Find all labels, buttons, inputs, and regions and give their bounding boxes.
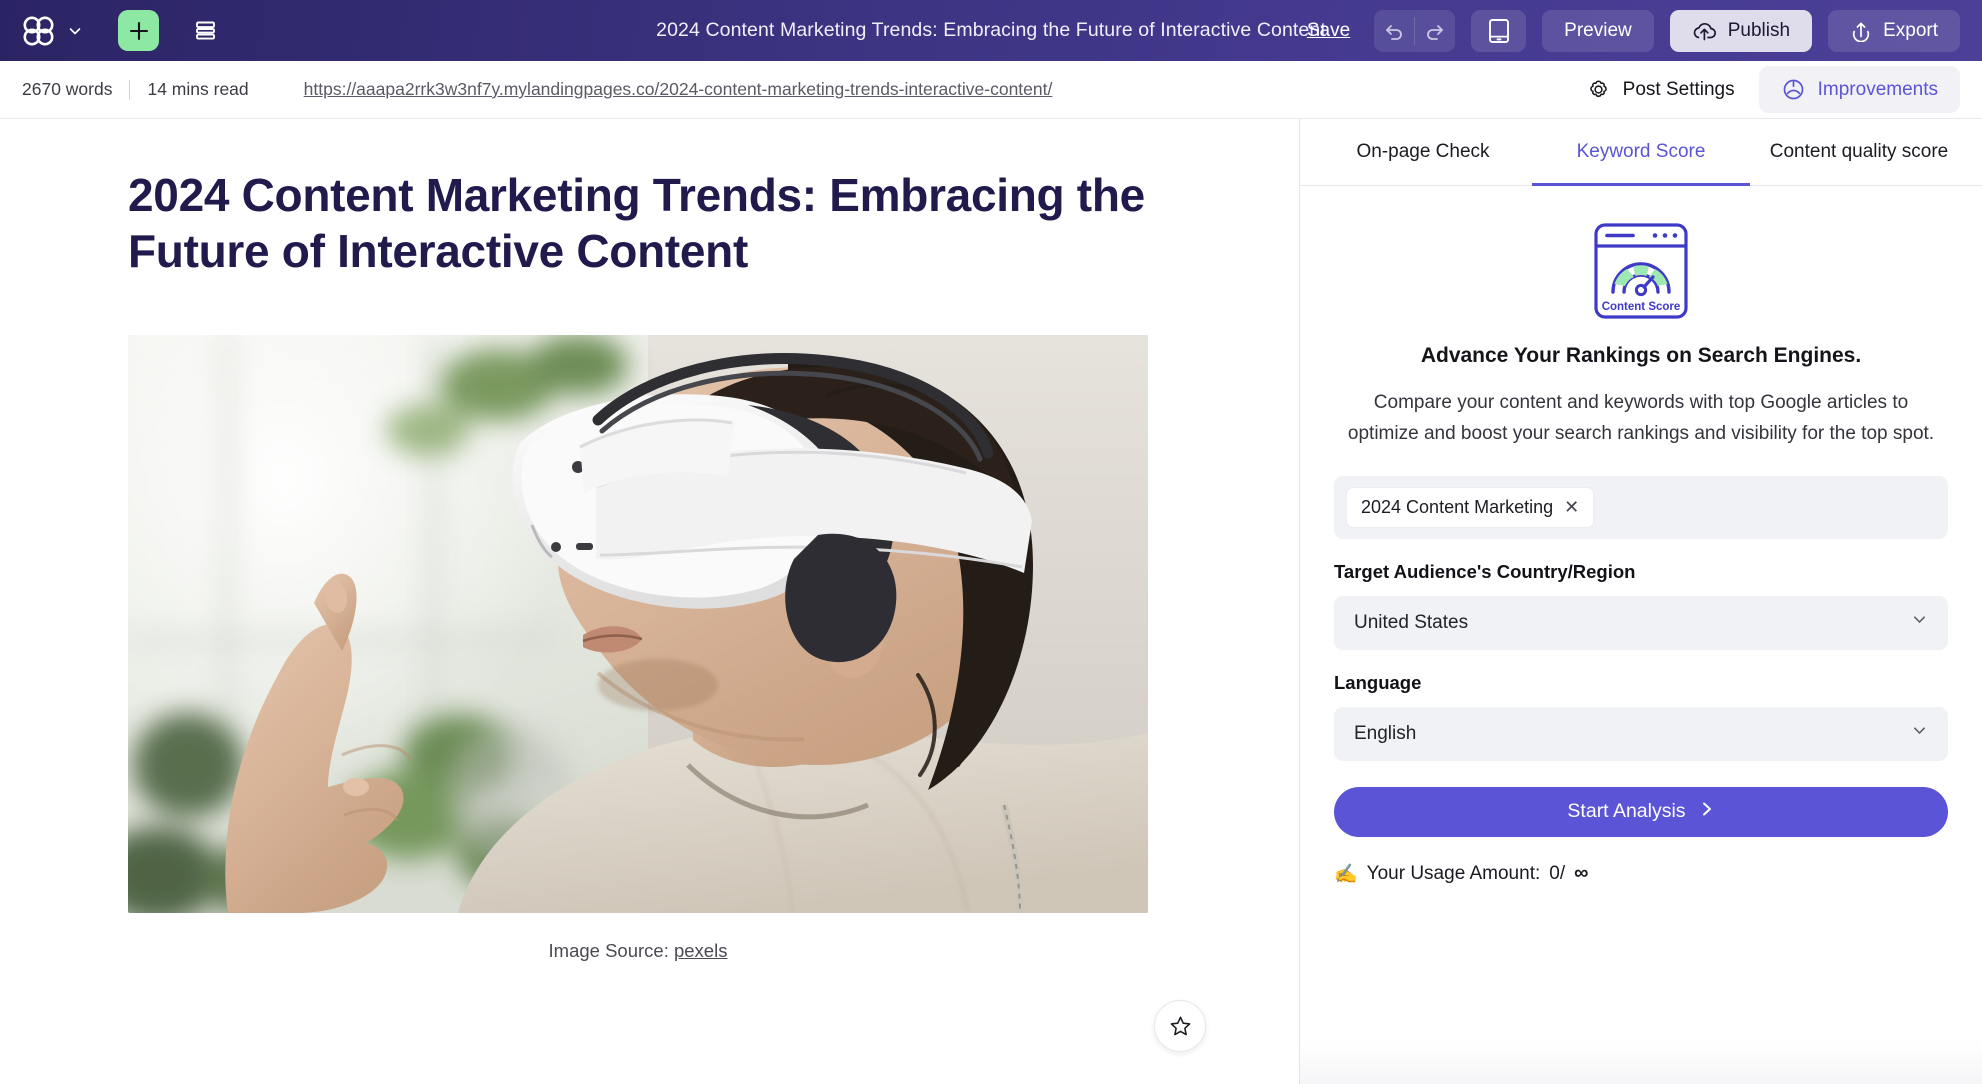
usage-emoji-icon: ✍️ bbox=[1334, 863, 1358, 885]
app-logo-icon bbox=[22, 16, 58, 46]
publish-label: Publish bbox=[1727, 19, 1791, 41]
word-count: 2670 words bbox=[22, 79, 113, 99]
start-analysis-label: Start Analysis bbox=[1567, 800, 1686, 823]
post-settings-button[interactable]: Post Settings bbox=[1574, 68, 1747, 111]
panel-heading: Advance Your Rankings on Search Engines. bbox=[1420, 344, 1862, 367]
export-label: Export bbox=[1883, 19, 1938, 41]
meta-divider bbox=[129, 79, 131, 100]
image-caption: Image Source: pexels bbox=[128, 940, 1148, 962]
app-logo-group[interactable] bbox=[22, 16, 83, 46]
panel-bottom-fade bbox=[1300, 1040, 1982, 1084]
content-score-icon-label: Content Score bbox=[1602, 301, 1681, 313]
undo-button[interactable] bbox=[1374, 10, 1414, 52]
language-select-value: English bbox=[1354, 722, 1417, 744]
close-icon[interactable]: ✕ bbox=[1564, 498, 1579, 516]
usage-value: 0/ bbox=[1549, 862, 1566, 884]
language-select[interactable]: English bbox=[1334, 706, 1948, 761]
top-toolbar: 2024 Content Marketing Trends: Embracing… bbox=[0, 0, 1982, 61]
preview-button[interactable]: Preview bbox=[1542, 9, 1654, 52]
country-field-label: Target Audience's Country/Region bbox=[1334, 560, 1636, 582]
improvements-label: Improvements bbox=[1817, 78, 1938, 100]
vr-headset-photo bbox=[128, 335, 1148, 914]
keyword-input-field[interactable]: 2024 Content Marketing ✕ bbox=[1334, 475, 1948, 539]
plus-icon bbox=[129, 21, 148, 40]
tab-on-page-check[interactable]: On-page Check bbox=[1314, 119, 1532, 186]
caption-source-link[interactable]: pexels bbox=[674, 940, 727, 961]
publish-button[interactable]: Publish bbox=[1669, 9, 1813, 52]
undo-icon bbox=[1386, 24, 1403, 40]
layout-toggle-button[interactable] bbox=[185, 10, 226, 51]
seo-side-panel: On-page Check Keyword Score Content qual… bbox=[1300, 119, 1982, 1084]
improvements-button[interactable]: Improvements bbox=[1758, 66, 1960, 113]
country-select[interactable]: United States bbox=[1334, 595, 1948, 650]
language-field-label: Language bbox=[1334, 671, 1422, 693]
document-content: 2024 Content Marketing Trends: Embracing… bbox=[0, 119, 1299, 962]
lightbulb-idea-icon bbox=[1783, 79, 1803, 100]
preview-label: Preview bbox=[1564, 19, 1632, 41]
workspace: 2024 Content Marketing Trends: Embracing… bbox=[0, 119, 1982, 1084]
hero-image[interactable] bbox=[128, 335, 1148, 914]
side-panel-tabs: On-page Check Keyword Score Content qual… bbox=[1300, 119, 1982, 186]
tab-keyword-score[interactable]: Keyword Score bbox=[1532, 119, 1750, 186]
layout-rows-icon bbox=[196, 21, 215, 40]
document-editor-pane[interactable]: 2024 Content Marketing Trends: Embracing… bbox=[0, 119, 1300, 1084]
chevron-right-icon bbox=[1699, 800, 1715, 824]
tab-content-quality-score[interactable]: Content quality score bbox=[1750, 119, 1968, 186]
cloud-upload-icon bbox=[1693, 22, 1716, 40]
page-url-link[interactable]: https://aaapa2rrk3w3nf7y.mylandingpages.… bbox=[304, 79, 1053, 100]
tablet-device-icon bbox=[1488, 18, 1509, 43]
keyword-score-panel: Content Score Advance Your Rankings on S… bbox=[1300, 186, 1982, 1040]
post-settings-label: Post Settings bbox=[1622, 78, 1735, 100]
country-select-value: United States bbox=[1354, 611, 1469, 633]
device-preview-button[interactable] bbox=[1471, 9, 1527, 52]
keyword-chip[interactable]: 2024 Content Marketing ✕ bbox=[1346, 486, 1595, 528]
usage-amount-row: ✍️ Your Usage Amount: 0/ ∞ bbox=[1334, 862, 1948, 886]
read-time: 14 mins read bbox=[147, 79, 249, 99]
save-button[interactable]: Save bbox=[1307, 20, 1350, 42]
document-meta-bar: 2670 words 14 mins read https://aaapa2rr… bbox=[0, 61, 1982, 119]
panel-description: Compare your content and keywords with t… bbox=[1347, 392, 1935, 444]
meta-bar-actions: Post Settings Improvements bbox=[1574, 66, 1960, 113]
chevron-down-icon bbox=[1911, 611, 1928, 634]
usage-label: Your Usage Amount: bbox=[1366, 862, 1541, 884]
hero-figure: Image Source: pexels bbox=[128, 335, 1148, 962]
usage-limit: ∞ bbox=[1574, 862, 1589, 885]
top-toolbar-actions: Save Preview Publish Export bbox=[1307, 9, 1960, 52]
add-block-button[interactable] bbox=[118, 10, 159, 51]
content-score-gauge-icon: Content Score bbox=[1594, 223, 1688, 319]
undo-redo-group bbox=[1374, 9, 1456, 52]
chevron-down-icon[interactable] bbox=[67, 23, 83, 39]
start-analysis-button[interactable]: Start Analysis bbox=[1334, 786, 1948, 837]
star-outline-icon bbox=[1170, 1016, 1190, 1035]
redo-button[interactable] bbox=[1415, 10, 1455, 52]
keyword-chip-label: 2024 Content Marketing bbox=[1361, 496, 1554, 517]
caption-prefix: Image Source: bbox=[548, 940, 669, 962]
favorite-button[interactable] bbox=[1154, 1000, 1206, 1052]
gear-icon bbox=[1589, 80, 1607, 98]
page-title: 2024 Content Marketing Trends: Embracing… bbox=[128, 169, 1145, 278]
content-score-illustration: Content Score bbox=[1334, 222, 1948, 320]
chevron-down-icon bbox=[1911, 722, 1928, 745]
export-button[interactable]: Export bbox=[1828, 9, 1960, 52]
upload-icon bbox=[1852, 22, 1870, 42]
redo-icon bbox=[1427, 24, 1444, 40]
